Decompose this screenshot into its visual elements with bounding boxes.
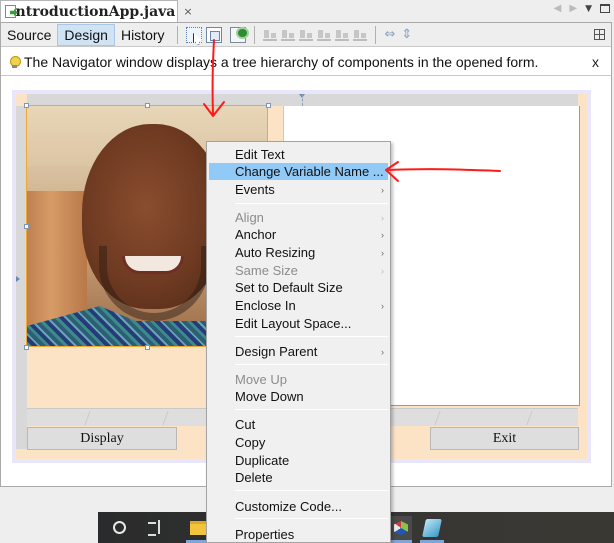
display-button[interactable]: Display	[27, 427, 177, 450]
menu-item-change-variable-name[interactable]: Change Variable Name ...	[209, 163, 388, 180]
menu-item-events[interactable]: Events ›	[209, 181, 388, 198]
menu-item-anchor[interactable]: Anchor ›	[209, 226, 388, 243]
submenu-arrow-icon: ›	[381, 346, 384, 357]
change-vertical-resizability-icon[interactable]: ⇕	[401, 27, 412, 43]
cortana-search-icon[interactable]	[113, 521, 126, 534]
connection-mode-icon[interactable]	[205, 26, 222, 43]
toolbar-options-icon[interactable]	[594, 29, 605, 40]
resize-handle[interactable]	[24, 224, 29, 229]
center-vertically-icon[interactable]	[352, 29, 367, 41]
menu-separator	[235, 203, 388, 204]
align-right-icon[interactable]	[280, 29, 295, 41]
menu-item-cut[interactable]: Cut	[209, 416, 388, 433]
submenu-arrow-icon: ›	[381, 184, 384, 195]
menu-item-properties[interactable]: Properties	[209, 526, 388, 543]
tab-source[interactable]: Source	[1, 24, 57, 46]
menu-item-align[interactable]: Align ›	[209, 209, 388, 226]
editor-tab-strip: IntroductionApp.java × ◀ ▶ ▼	[0, 0, 614, 22]
menu-separator	[235, 518, 388, 519]
context-menu: Edit Text Change Variable Name ... Event…	[206, 141, 391, 543]
resizable-gap-icon	[434, 411, 448, 425]
editor-tab-label: IntroductionApp.java	[9, 3, 176, 20]
toolbar-separator	[374, 25, 376, 44]
menu-item-move-down[interactable]: Move Down	[209, 388, 388, 405]
task-view-icon[interactable]	[148, 520, 162, 536]
menu-item-customize-code[interactable]: Customize Code...	[209, 498, 388, 515]
menu-item-enclose-in[interactable]: Enclose In ›	[209, 297, 388, 314]
menu-item-auto-resizing[interactable]: Auto Resizing ›	[209, 244, 388, 261]
preview-design-icon[interactable]	[229, 26, 249, 43]
netbeans-icon[interactable]	[390, 516, 412, 540]
resizable-gap-icon	[162, 411, 176, 425]
align-top-icon[interactable]	[316, 29, 331, 41]
alignment-guide-line	[302, 94, 303, 106]
center-horizontally-icon[interactable]	[298, 29, 313, 41]
submenu-arrow-icon: ›	[381, 229, 384, 240]
menu-separator	[235, 490, 388, 491]
submenu-arrow-icon: ›	[381, 300, 384, 311]
resize-handle[interactable]	[24, 103, 29, 108]
tab-history[interactable]: History	[115, 24, 171, 46]
notepad-icon[interactable]	[422, 519, 442, 537]
hint-close-button[interactable]: x	[592, 54, 599, 70]
menu-item-design-parent[interactable]: Design Parent ›	[209, 343, 388, 360]
resize-handle[interactable]	[145, 345, 150, 350]
menu-item-set-default-size[interactable]: Set to Default Size	[209, 279, 388, 296]
resize-handle[interactable]	[24, 345, 29, 350]
hint-bar: The Navigator window displays a tree hie…	[1, 48, 611, 76]
window-controls: ◀ ▶ ▼	[554, 3, 610, 14]
menu-item-duplicate[interactable]: Duplicate	[209, 452, 388, 469]
change-horizontal-resizability-icon[interactable]: ⇔	[385, 27, 396, 43]
close-tab-icon[interactable]: ×	[183, 5, 192, 18]
submenu-arrow-icon: ›	[381, 212, 384, 223]
scroll-tabs-right-icon[interactable]: ▶	[569, 3, 577, 14]
maximize-window-icon[interactable]	[600, 4, 610, 13]
hint-text: The Navigator window displays a tree hie…	[24, 53, 539, 70]
design-toolbar: Source Design History ⇔ ⇕	[1, 23, 611, 47]
menu-item-copy[interactable]: Copy	[209, 434, 388, 451]
screen: IntroductionApp.java × ◀ ▶ ▼ Source Desi…	[0, 0, 614, 543]
submenu-arrow-icon: ›	[381, 247, 384, 258]
resize-handle[interactable]	[266, 103, 271, 108]
resizable-gap-icon	[526, 411, 540, 425]
menu-separator	[235, 409, 388, 410]
file-explorer-icon[interactable]	[190, 521, 206, 535]
menu-item-same-size[interactable]: Same Size ›	[209, 262, 388, 279]
selection-mode-icon[interactable]	[185, 26, 202, 43]
align-left-icon[interactable]	[262, 29, 277, 41]
menu-separator	[235, 336, 388, 337]
exit-button[interactable]: Exit	[430, 427, 579, 450]
menu-item-edit-layout-space[interactable]: Edit Layout Space...	[209, 315, 388, 332]
toolbar-separator	[176, 25, 178, 44]
resize-handle[interactable]	[145, 103, 150, 108]
resizable-gap-icon	[84, 411, 98, 425]
align-bottom-icon[interactable]	[334, 29, 349, 41]
menu-separator	[235, 364, 388, 365]
toolbar-separator	[253, 25, 255, 44]
menu-item-move-up[interactable]: Move Up	[209, 371, 388, 388]
scroll-tabs-left-icon[interactable]: ◀	[554, 3, 562, 14]
show-opened-documents-icon[interactable]: ▼	[585, 4, 592, 14]
lightbulb-icon	[10, 55, 21, 68]
alignment-marker-icon	[16, 276, 20, 282]
submenu-arrow-icon: ›	[381, 265, 384, 276]
editor-tab-introductionapp[interactable]: IntroductionApp.java ×	[0, 0, 193, 22]
menu-item-delete[interactable]: Delete	[209, 469, 388, 486]
tab-design[interactable]: Design	[57, 23, 115, 46]
menu-item-edit-text[interactable]: Edit Text	[209, 146, 388, 163]
